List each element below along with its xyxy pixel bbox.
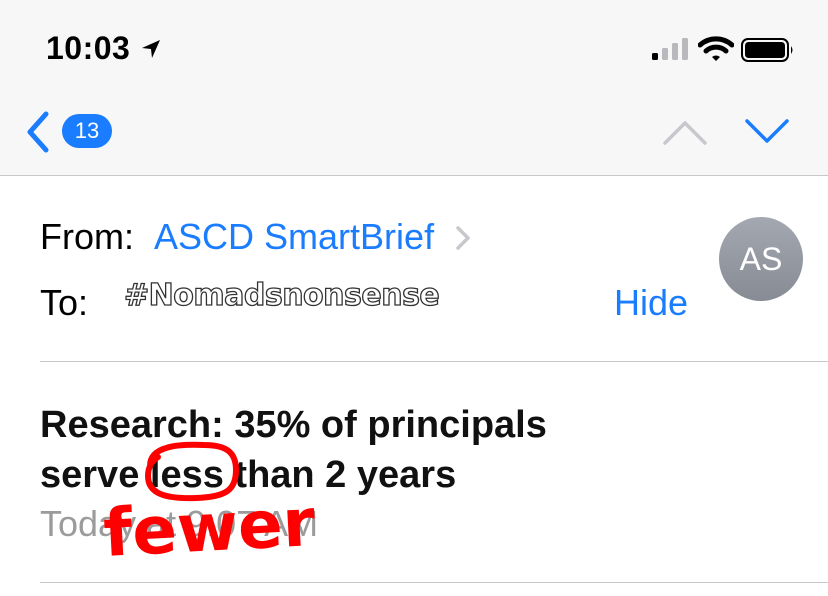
to-label: To: <box>40 282 89 323</box>
header-divider <box>40 361 828 362</box>
location-arrow-icon <box>142 40 160 58</box>
message-date: Today at 9:07 AM <box>40 503 319 544</box>
subject-line-1: Research: 35% of principals <box>40 404 547 446</box>
wifi-icon <box>698 36 734 61</box>
sender-name[interactable]: ASCD SmartBrief <box>154 216 434 257</box>
navigation-header: 10:03 13 <box>0 0 828 176</box>
subject-text-after: than 2 years <box>223 454 457 496</box>
to-row: To: <box>40 280 88 326</box>
status-time: 10:03 <box>46 30 131 66</box>
next-message-chevron-down-icon[interactable] <box>744 118 790 146</box>
redaction-watermark: #Nomadsnonsense <box>123 277 440 313</box>
previous-message-chevron-up-icon[interactable] <box>662 118 708 146</box>
battery-icon <box>741 38 793 62</box>
from-row: From: ASCD SmartBrief <box>40 214 472 260</box>
unread-count-badge: 13 <box>62 114 112 148</box>
subject-text-before: serve <box>40 454 150 496</box>
cellular-signal-icon <box>652 38 688 60</box>
sender-avatar[interactable]: AS <box>719 217 803 301</box>
from-label: From: <box>40 216 134 257</box>
subject-line-2: serve less than 2 years <box>40 450 760 500</box>
subject-divider <box>40 582 828 583</box>
circled-word: less <box>149 454 224 496</box>
chevron-right-icon <box>456 226 470 250</box>
hide-details-link[interactable]: Hide <box>614 282 688 324</box>
back-chevron-icon <box>27 111 49 153</box>
email-subject: Research: 35% of principals serve less t… <box>40 400 760 500</box>
back-button[interactable]: 13 <box>24 110 120 154</box>
